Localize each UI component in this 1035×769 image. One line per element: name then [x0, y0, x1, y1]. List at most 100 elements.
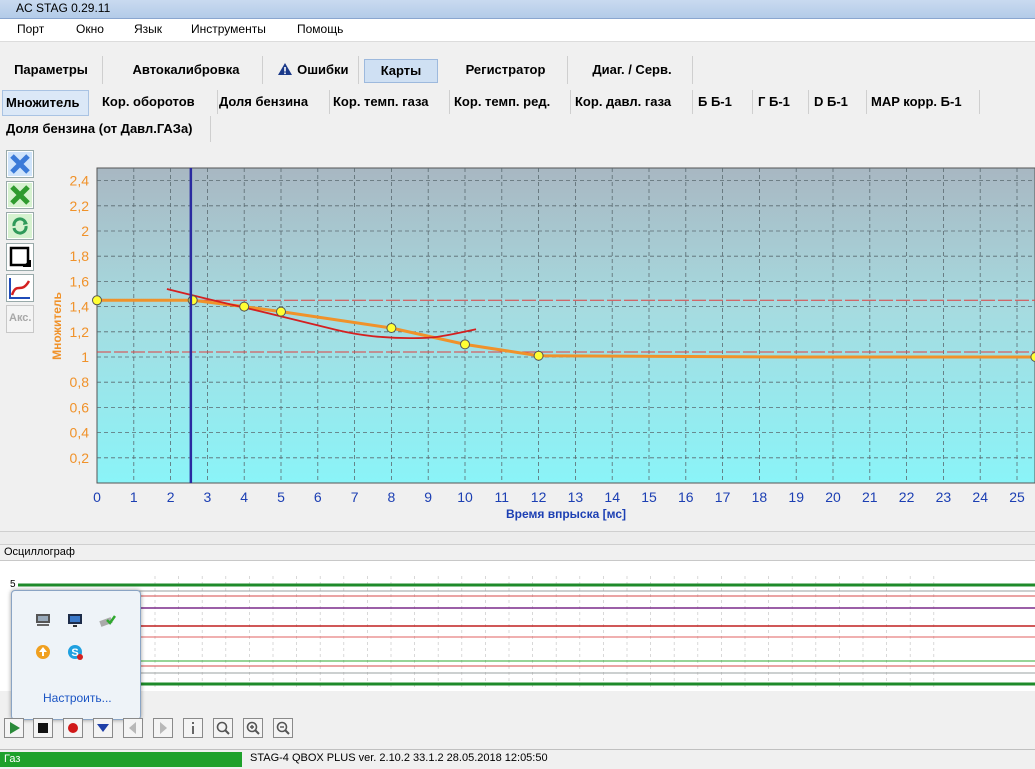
right-arrow-icon [154, 719, 172, 737]
menu-bar: Порт Окно Язык Инструменты Помощь [0, 19, 1035, 42]
record-button[interactable] [63, 718, 83, 738]
zoom-out-button[interactable] [273, 718, 293, 738]
menu-language[interactable]: Язык [134, 22, 162, 36]
info-button[interactable] [183, 718, 203, 738]
y-axis-label: Множитель [50, 292, 64, 360]
subtab-gas-pressure-correction[interactable]: Кор. давл. газа [566, 90, 693, 114]
record-icon [64, 719, 82, 737]
skype-icon[interactable]: S [66, 643, 84, 661]
map-point[interactable] [188, 296, 197, 305]
tab-maps-label: Карты [381, 63, 422, 78]
tab-parameters[interactable]: Параметры [0, 56, 103, 84]
x-tick-label: 4 [240, 489, 248, 505]
forward-button[interactable] [153, 718, 173, 738]
oscilloscope-chart: 5 25303540455055606570758085909510010511… [0, 560, 1035, 691]
update-icon[interactable] [34, 643, 52, 661]
menu-help[interactable]: Помощь [297, 22, 343, 36]
subtab-map-correction[interactable]: MAP корр. Б-1 [863, 90, 980, 114]
subtab-reducer-temp-correction[interactable]: Кор. темп. ред. [445, 90, 571, 114]
tray-popup: S Настроить... [11, 590, 141, 720]
x-tick-label: 18 [752, 489, 768, 505]
x-tick-label: 2 [167, 489, 175, 505]
x-tick-label: 12 [531, 489, 547, 505]
play-button[interactable] [4, 718, 24, 738]
subtab-g-b1-label: Г Б-1 [758, 94, 790, 109]
y-tick-label: 0,2 [70, 450, 90, 466]
magnifier-icon [214, 719, 232, 737]
map-point[interactable] [240, 302, 249, 311]
tab-diag-service-label: Диаг. / Серв. [592, 62, 671, 77]
x-tick-label: 0 [93, 489, 101, 505]
zoom-in-button[interactable] [243, 718, 263, 738]
stop-icon [34, 719, 52, 737]
y-tick-label: 1,2 [70, 324, 90, 340]
left-arrow-icon [124, 719, 142, 737]
multiplier-chart: 0,20,40,60,811,21,41,61,822,22,4 0123456… [0, 145, 1035, 525]
y-axis-ticks: 0,20,40,60,811,21,41,61,822,22,4 [70, 173, 90, 466]
map-point[interactable] [534, 351, 543, 360]
gas-status: Газ [0, 752, 242, 767]
oscilloscope-title: Осциллограф [4, 546, 75, 558]
window-title: AC STAG 0.29.11 [16, 1, 110, 15]
y-tick-label: 2 [81, 223, 89, 239]
monitor-icon[interactable] [66, 611, 84, 629]
x-axis-label: Время впрыска [мс] [506, 507, 626, 521]
x-tick-label: 9 [424, 489, 432, 505]
subtab-b-b1-label: Б Б-1 [698, 94, 732, 109]
x-tick-label: 21 [862, 489, 878, 505]
y-tick-label: 1 [81, 349, 89, 365]
x-tick-label: 19 [788, 489, 804, 505]
subtab-gas-temp-correction[interactable]: Кор. темп. газа [324, 90, 450, 114]
x-tick-label: 6 [314, 489, 322, 505]
download-icon [94, 719, 112, 737]
map-point[interactable] [387, 324, 396, 333]
x-axis-ticks: 0123456789101112131415161718192021222324… [93, 489, 1025, 505]
device-info: STAG-4 QBOX PLUS ver. 2.10.2 33.1.2 28.0… [250, 752, 548, 764]
subtab-b-b1[interactable]: Б Б-1 [690, 90, 753, 114]
x-tick-label: 16 [678, 489, 694, 505]
plot-area[interactable] [97, 168, 1035, 483]
tab-autocalibration-label: Автокалибровка [133, 62, 240, 77]
splitter[interactable] [0, 531, 1035, 545]
subtab-petrol-share-gas-pressure[interactable]: Доля бензина (от Давл.ГАЗа) [0, 116, 211, 142]
tab-maps[interactable]: Карты [364, 59, 438, 83]
zoom-in-icon [244, 719, 262, 737]
network-icon[interactable] [34, 611, 52, 629]
tab-errors[interactable]: Ошибки [268, 56, 359, 84]
title-bar: AC STAG 0.29.11 [0, 0, 1035, 19]
subtab-rpm-correction-label: Кор. оборотов [102, 94, 195, 109]
x-tick-label: 20 [825, 489, 841, 505]
map-point[interactable] [93, 296, 102, 305]
x-tick-label: 11 [495, 489, 510, 505]
customize-link[interactable]: Настроить... [43, 691, 112, 705]
subtab-map-correction-label: MAP корр. Б-1 [871, 94, 962, 109]
subtab-petrol-share[interactable]: Доля бензина [210, 90, 330, 114]
info-icon [184, 719, 202, 737]
x-tick-label: 15 [641, 489, 657, 505]
subtab-multiplier[interactable]: Множитель [2, 90, 89, 116]
stop-button[interactable] [33, 718, 53, 738]
tab-autocalibration[interactable]: Автокалибровка [110, 56, 263, 84]
map-point[interactable] [461, 340, 470, 349]
x-tick-label: 25 [1009, 489, 1025, 505]
zoom-button[interactable] [213, 718, 233, 738]
oscilloscope-y-label: 5 [10, 579, 16, 590]
map-point[interactable] [277, 307, 286, 316]
x-tick-label: 23 [936, 489, 952, 505]
x-tick-label: 14 [604, 489, 620, 505]
menu-tools[interactable]: Инструменты [191, 22, 266, 36]
device-check-icon[interactable] [98, 611, 116, 629]
tab-diag-service[interactable]: Диаг. / Серв. [572, 56, 693, 84]
menu-window[interactable]: Окно [76, 22, 104, 36]
menu-port[interactable]: Порт [17, 22, 44, 36]
subtab-reducer-temp-correction-label: Кор. темп. ред. [454, 94, 550, 109]
subtab-rpm-correction[interactable]: Кор. оборотов [92, 90, 218, 114]
tab-registrator[interactable]: Регистратор [444, 56, 568, 84]
subtab-g-b1[interactable]: Г Б-1 [750, 90, 809, 114]
x-tick-label: 13 [568, 489, 584, 505]
download-button[interactable] [93, 718, 113, 738]
subtab-d-b1[interactable]: D Б-1 [806, 90, 867, 114]
back-button[interactable] [123, 718, 143, 738]
subtab-d-b1-label: D Б-1 [814, 94, 848, 109]
zoom-out-icon [274, 719, 292, 737]
